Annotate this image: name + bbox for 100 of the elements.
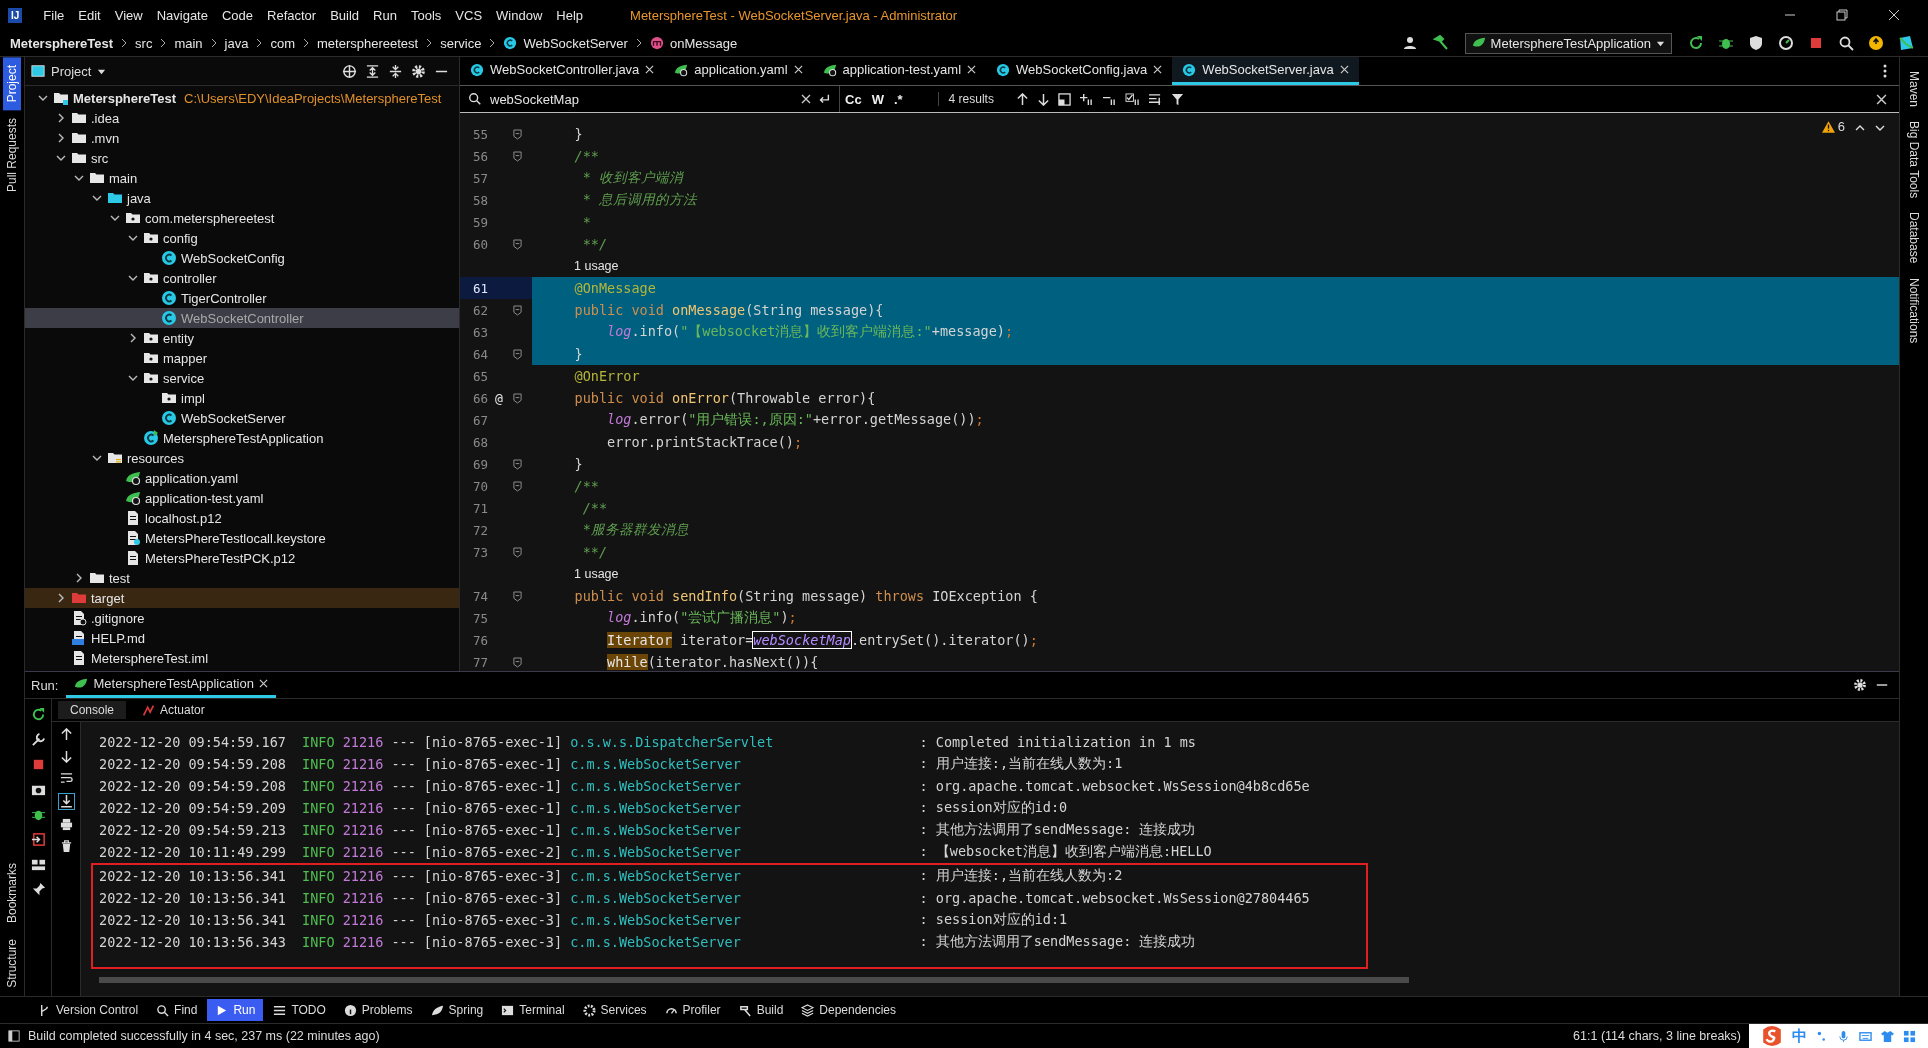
tree-item[interactable]: MetersPhereTestPCK.p12 [25,548,459,568]
list-icon[interactable] [1147,92,1163,106]
editor-tab[interactable]: application-test.yaml [812,57,987,85]
tool-window-button[interactable]: Terminal [493,999,573,1021]
tree-item[interactable]: MetersphereTest C:\Users\EDY\IdeaProjects\MetersphereTest [25,88,459,108]
fold-icon[interactable] [512,128,522,140]
tool-window-button[interactable]: Dependencies [793,999,905,1021]
tree-item[interactable]: target [25,588,459,608]
breadcrumb[interactable]: main [174,35,203,51]
menu-item[interactable]: Navigate [149,7,215,23]
wrench-icon[interactable] [30,732,46,747]
run-configuration-dropdown[interactable]: MetersphereTestApplication [1464,32,1672,54]
close-icon[interactable] [1339,65,1349,74]
tree-item[interactable]: main [25,168,459,188]
tree-item[interactable]: MetersPhereTestlocall.keystore [25,528,459,548]
search-option-toggle[interactable]: Cc [840,91,867,107]
caret-position[interactable]: 61:1 (114 chars, 3 line breaks) [1573,1029,1741,1043]
tool-window-button[interactable]: Spring [422,999,492,1021]
tree-item[interactable]: test [25,568,459,588]
soft-wrap-icon[interactable] [59,772,73,785]
tree-item[interactable]: com.metersphereetest [25,208,459,228]
breadcrumb[interactable]: service [440,35,482,51]
layout-icon[interactable] [30,857,46,872]
tree-item[interactable]: impl [25,388,459,408]
arrow-down-icon[interactable] [1036,92,1050,106]
tree-item[interactable]: MetersphereTestApplication [25,428,459,448]
menu-item[interactable]: Window [489,7,550,23]
breadcrumb[interactable]: com [270,35,296,51]
tree-item[interactable]: entity [25,328,459,348]
editor-tab[interactable]: WebSocketServer.java [1172,57,1359,85]
microphone-icon[interactable] [1837,1029,1850,1043]
fold-icon[interactable] [512,590,522,602]
keyboard-icon[interactable] [1859,1029,1872,1043]
menu-item[interactable]: File [36,7,72,23]
fold-icon[interactable] [512,150,522,162]
tree-item[interactable]: mapper [25,348,459,368]
menu-item[interactable]: Help [549,7,591,23]
tool-window-button[interactable]: Version Control [30,999,147,1021]
close-icon[interactable] [793,65,803,74]
tree-item[interactable]: MetersphereTest.iml [25,648,459,668]
search-icon[interactable] [1838,35,1854,51]
tool-window-tab[interactable]: Database [1907,212,1921,264]
console-tab[interactable]: Actuator [130,701,217,719]
tree-item[interactable]: .gitignore [25,608,459,628]
collapse-all-icon[interactable] [388,63,403,79]
restore-icon[interactable] [1836,9,1848,21]
console-tab[interactable]: Console [58,701,127,719]
tree-item[interactable]: WebSocketController [25,308,459,328]
menu-item[interactable]: Build [323,7,367,23]
scroll-to-end-icon[interactable] [58,794,74,809]
trash-icon[interactable] [59,840,73,853]
tree-item[interactable]: localhost.p12 [25,508,459,528]
close-icon[interactable] [258,679,268,688]
grid-icon[interactable] [1903,1029,1916,1043]
breadcrumb[interactable]: src [135,35,153,51]
arrow-down-icon[interactable] [59,750,73,763]
rerun-icon[interactable] [1688,35,1704,51]
tree-item[interactable]: application.yaml [25,468,459,488]
add-selection-icon[interactable] [1078,92,1094,106]
breadcrumb[interactable]: MetersphereTest [10,35,114,51]
breadcrumb[interactable]: metersphereetest [317,35,419,51]
crosshair-icon[interactable] [342,63,357,79]
tree-item[interactable]: WebSocketServer [25,408,459,428]
expand-all-icon[interactable] [365,63,380,79]
chevron-down-icon[interactable] [92,453,102,463]
scrollbar[interactable] [99,977,1409,983]
run-tab[interactable]: MetersphereTestApplication [66,672,276,698]
tool-window-tab[interactable]: Notifications [1907,277,1921,343]
tree-item[interactable]: .idea [25,108,459,128]
user-icon[interactable] [1402,35,1419,51]
editor-tab[interactable]: WebSocketConfig.java [986,57,1173,85]
tool-window-button[interactable]: Profiler [656,999,729,1021]
chevron-down-icon[interactable] [128,273,138,283]
tool-window-tab[interactable]: Project [3,57,21,111]
breadcrumb[interactable]: java [224,35,249,51]
select-all-icon[interactable] [1124,92,1140,106]
tree-item[interactable]: WebSocketConfig [25,248,459,268]
menu-item[interactable]: Edit [71,7,108,23]
update-icon[interactable] [1868,35,1884,51]
tree-item[interactable]: application-test.yaml [25,488,459,508]
settings-icon[interactable] [1853,678,1867,692]
chevron-down-icon[interactable] [38,93,48,103]
chevron-down-icon[interactable] [128,373,138,383]
menu-item[interactable]: Refactor [260,7,324,23]
shield-icon[interactable] [1748,35,1764,51]
filter-icon[interactable] [1170,92,1184,106]
menu-item[interactable]: View [107,7,150,23]
newline-icon[interactable] [817,92,831,106]
implemented-marker[interactable]: @ [495,390,503,406]
menu-item[interactable]: Run [366,7,404,23]
editor-tab[interactable]: WebSocketController.java [460,57,665,85]
window-icon[interactable] [1057,92,1071,106]
tool-window-tab[interactable]: Maven [1907,71,1921,108]
tree-item[interactable]: java [25,188,459,208]
search-option-toggle[interactable]: W [866,91,889,107]
fold-icon[interactable] [512,392,522,404]
fold-icon[interactable] [512,546,522,558]
close-icon[interactable] [1153,65,1163,74]
chevron-up-icon[interactable] [1855,123,1865,133]
tree-item[interactable]: resources [25,448,459,468]
